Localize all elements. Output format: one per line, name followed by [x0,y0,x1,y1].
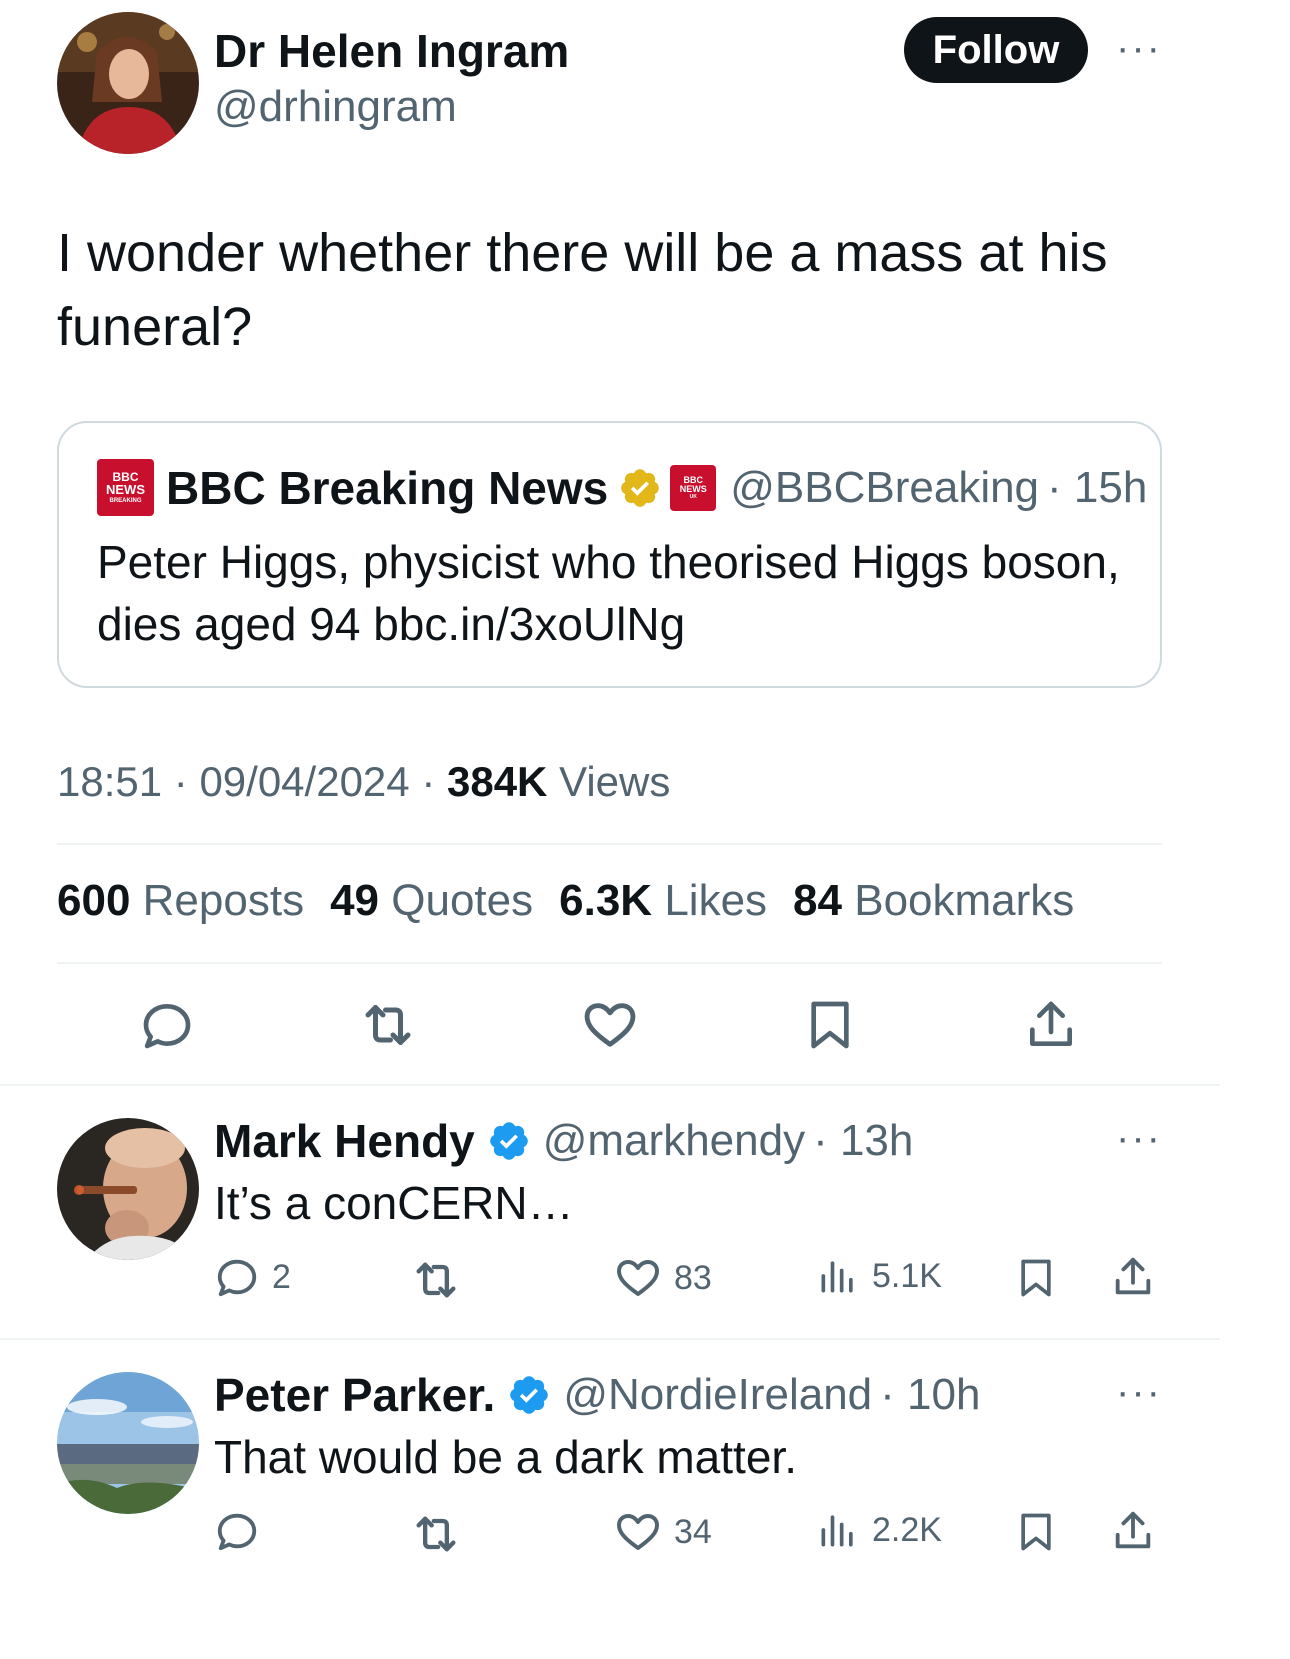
like-icon[interactable] [580,995,640,1055]
quoted-tweet-time: · 15h [1047,462,1148,512]
like-action[interactable]: 34 [614,1508,712,1556]
reply-text: It’s a conCERN… [214,1177,574,1229]
repost-action[interactable] [410,1254,462,1306]
like-count: 83 [674,1258,712,1297]
share-icon [1115,1257,1151,1295]
quoted-author-handle: @BBCBreaking [730,462,1040,512]
reply-icon [217,1259,257,1297]
reply-avatar[interactable] [57,1372,199,1514]
reposts-stat[interactable]: 600 Reposts [57,876,304,926]
reply-header: Peter Parker. @NordieIreland · 10h [214,1368,980,1422]
engagement-stats: 600 Reposts 49 Quotes 6.3K Likes 84 Book… [57,876,1100,926]
reply-author-handle[interactable]: @markhendy [543,1116,805,1166]
verified-gold-badge-icon [618,466,662,510]
repost-icon [416,1516,456,1552]
author-name[interactable]: Dr Helen Ingram [214,24,569,78]
reply-icon[interactable] [137,995,197,1055]
share-action[interactable] [1110,1508,1156,1554]
reply-action[interactable]: 2 [214,1254,291,1300]
like-icon [617,1514,659,1550]
repost-icon[interactable] [358,995,418,1055]
author-handle[interactable]: @drhingram [214,82,457,132]
reply-time[interactable]: · 10h [880,1370,980,1420]
bookmark-icon [1021,1513,1051,1551]
bookmark-icon [1021,1259,1051,1297]
bookmarks-stat[interactable]: 84 Bookmarks [793,876,1074,926]
quoted-author-name: BBC Breaking News [166,461,609,514]
view-count: 5.1K [872,1256,942,1295]
view-count: 2.2K [872,1510,942,1549]
quoted-tweet-text: Peter Higgs, physicist who theorised Hig… [97,536,1120,650]
tweet-time[interactable]: 18:51 [57,758,162,805]
views-action[interactable]: 5.1K [816,1254,942,1298]
divider [57,962,1162,964]
more-options-icon[interactable]: ··· [1116,1372,1162,1412]
tweet-meta: 18:51 · 09/04/2024 · 384K Views [57,758,671,805]
divider [0,1338,1220,1340]
like-action[interactable]: 83 [614,1254,712,1302]
quotes-stat[interactable]: 49 Quotes [330,876,533,926]
bbc-news-uk-badge-icon: BBC NEWS UK [670,464,717,511]
reply-time[interactable]: · 13h [813,1116,913,1166]
quoted-tweet-card[interactable]: BBC NEWS BREAKING BBC Breaking News BBC … [57,421,1162,688]
tweet-date[interactable]: 09/04/2024 [199,758,409,805]
reply-header: Mark Hendy @markhendy · 13h [214,1114,913,1168]
views-count: 384K [446,758,548,805]
verified-badge-icon [507,1373,551,1417]
tweet-text: I wonder whether there will be a mass at… [57,223,1108,357]
views-action[interactable]: 2.2K [816,1508,942,1552]
verified-badge-icon [487,1119,531,1163]
share-icon [1115,1511,1151,1549]
views-label: Views [559,758,671,805]
share-icon[interactable] [1021,995,1081,1055]
divider [0,1084,1220,1086]
reply-icon [217,1513,257,1551]
follow-button[interactable]: Follow [904,17,1088,83]
like-count: 34 [674,1512,712,1551]
reply-text: That would be a dark matter. [214,1431,797,1483]
reply-count: 2 [272,1257,291,1296]
share-action[interactable] [1110,1254,1156,1300]
views-icon [821,1515,853,1547]
reply-author-name[interactable]: Mark Hendy [214,1114,475,1168]
reply-avatar[interactable] [57,1118,199,1260]
likes-stat[interactable]: 6.3K Likes [559,876,767,926]
more-options-icon[interactable]: ··· [1116,28,1162,68]
bookmark-icon[interactable] [800,995,860,1055]
repost-action[interactable] [410,1508,462,1560]
reply-author-handle[interactable]: @NordieIreland [563,1370,872,1420]
bbc-news-logo-icon: BBC NEWS BREAKING [97,459,154,516]
views-icon [821,1261,853,1293]
reply-action[interactable] [214,1508,260,1554]
more-options-icon[interactable]: ··· [1116,1118,1162,1158]
bookmark-action[interactable] [1014,1254,1058,1302]
bookmark-action[interactable] [1014,1508,1058,1556]
quoted-tweet-header: BBC NEWS BREAKING BBC Breaking News BBC … [97,459,1147,516]
author-avatar[interactable] [57,12,199,154]
divider [57,843,1162,845]
reply-author-name[interactable]: Peter Parker. [214,1368,495,1422]
like-icon [617,1260,659,1296]
repost-icon [416,1262,456,1298]
